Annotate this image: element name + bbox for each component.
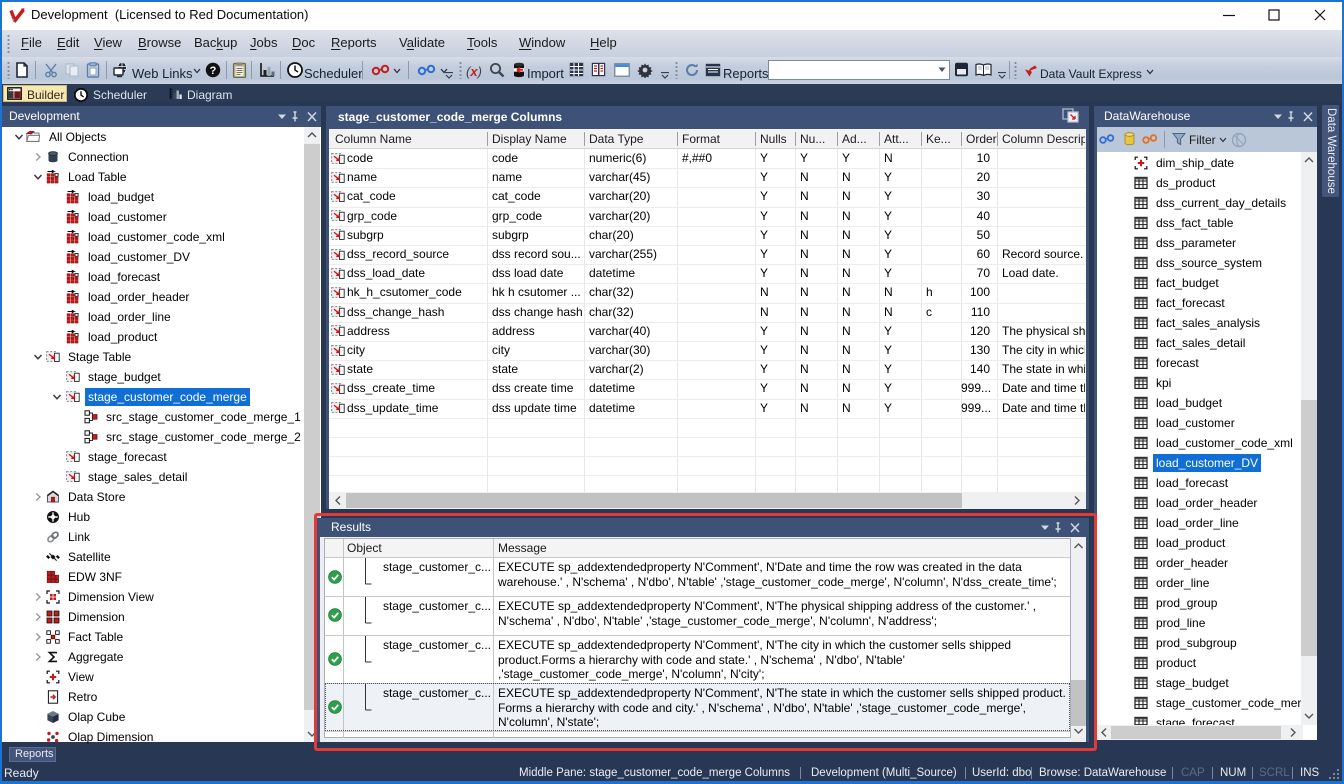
svg-text:?: ?: [210, 65, 217, 77]
